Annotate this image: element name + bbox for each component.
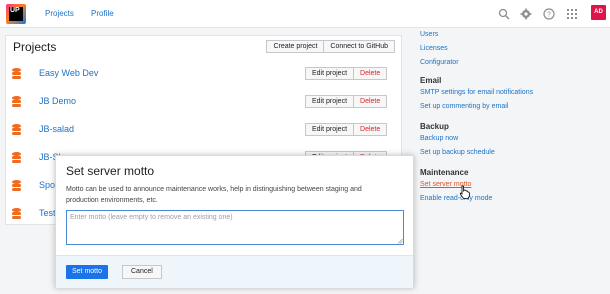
database-icon <box>12 68 21 79</box>
sidebar-item-commenting[interactable]: Set up commenting by email <box>420 103 508 110</box>
motto-input[interactable] <box>66 210 404 245</box>
nav-projects[interactable]: Projects <box>45 9 74 18</box>
dialog-title: Set server motto <box>66 164 155 178</box>
delete-project-button[interactable]: Delete <box>354 67 388 80</box>
create-project-button[interactable]: Create project <box>266 40 325 53</box>
project-actions: Edit project Delete <box>305 123 388 136</box>
project-row: JB-salad Edit project Delete <box>6 116 401 144</box>
sidebar-item-read-only[interactable]: Enable read-only mode <box>420 195 492 202</box>
app-logo[interactable]: UP <box>6 4 26 24</box>
project-name-link[interactable]: JB-salad <box>39 124 74 134</box>
project-name-link[interactable]: Test <box>39 208 56 218</box>
connect-github-button[interactable]: Connect to GitHub <box>324 40 395 53</box>
project-actions: Edit project Delete <box>305 95 388 108</box>
project-row: Easy Web Dev Edit project Delete <box>6 60 401 88</box>
help-icon[interactable]: ? <box>543 8 555 20</box>
hand-cursor-icon <box>459 185 470 199</box>
sidebar-item-configurator[interactable]: Configurator <box>420 59 459 66</box>
project-name-link[interactable]: Easy Web Dev <box>39 68 98 78</box>
resize-handle-icon[interactable] <box>397 238 403 244</box>
sidebar-item-smtp[interactable]: SMTP settings for email notifications <box>420 89 533 96</box>
set-motto-dialog: Set server motto Motto can be used to an… <box>55 155 414 288</box>
edit-project-button[interactable]: Edit project <box>305 123 355 136</box>
database-icon <box>12 208 21 219</box>
database-icon <box>12 152 21 163</box>
database-icon <box>12 96 21 107</box>
delete-project-button[interactable]: Delete <box>354 123 388 136</box>
sidebar-heading-backup: Backup <box>420 122 449 131</box>
project-name-link[interactable]: Spo <box>39 180 55 190</box>
cancel-button[interactable]: Cancel <box>122 265 162 279</box>
nav-profile[interactable]: Profile <box>91 9 114 18</box>
sidebar-item-licenses[interactable]: Licenses <box>420 45 448 52</box>
page-title: Projects <box>13 40 57 54</box>
delete-project-button[interactable]: Delete <box>354 95 388 108</box>
edit-project-button[interactable]: Edit project <box>305 67 355 80</box>
sidebar-heading-email: Email <box>420 76 442 85</box>
apps-grid-icon[interactable] <box>566 8 578 20</box>
svg-text:?: ? <box>547 12 551 19</box>
sidebar-item-users[interactable]: Users <box>420 31 438 38</box>
project-row: JB Demo Edit project Delete <box>6 88 401 116</box>
project-actions: Edit project Delete <box>305 67 388 80</box>
gear-icon[interactable] <box>520 8 532 20</box>
database-icon <box>12 124 21 135</box>
top-bar: UP Projects Profile ? AD <box>0 0 610 28</box>
sidebar-item-backup-schedule[interactable]: Set up backup schedule <box>420 149 495 156</box>
search-icon[interactable] <box>498 8 510 20</box>
dialog-footer: Set motto Cancel <box>56 255 413 288</box>
panel-header-actions: Create project Connect to GitHub <box>266 40 395 53</box>
sidebar-item-backup-now[interactable]: Backup now <box>420 135 458 142</box>
database-icon <box>12 180 21 191</box>
logo-text: UP <box>10 7 20 14</box>
sidebar-heading-maintenance: Maintenance <box>420 168 469 177</box>
dialog-description: Motto can be used to announce maintenanc… <box>66 186 362 204</box>
set-motto-button[interactable]: Set motto <box>66 265 108 279</box>
edit-project-button[interactable]: Edit project <box>305 95 355 108</box>
project-name-link[interactable]: JB Demo <box>39 96 76 106</box>
user-avatar[interactable]: AD <box>591 5 606 20</box>
